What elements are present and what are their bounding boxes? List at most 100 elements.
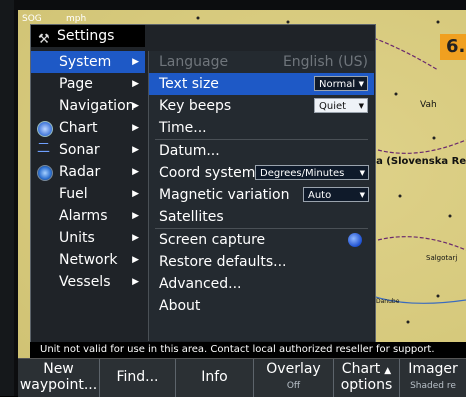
category-label: Network xyxy=(59,252,118,268)
map-label-danube: Danube xyxy=(376,298,400,305)
chevron-right-icon: ▶ xyxy=(132,57,139,67)
chevron-right-icon: ▶ xyxy=(132,277,139,287)
chevron-right-icon: ▶ xyxy=(132,145,139,155)
category-list: System ▶ Page ▶ Navigation ▶ Chart ▶ ⼆ S… xyxy=(31,51,145,293)
key-beeps-label: Key beeps xyxy=(159,98,232,114)
category-navigation[interactable]: Navigation ▶ xyxy=(31,95,145,117)
magnetic-variation-label: Magnetic variation xyxy=(159,187,290,203)
restore-defaults-label: Restore defaults... xyxy=(159,254,287,270)
chart-globe-icon xyxy=(37,121,53,137)
new-waypoint-button[interactable]: New waypoint... xyxy=(18,359,100,397)
advanced-row[interactable]: Advanced... xyxy=(149,273,374,295)
radar-icon xyxy=(37,165,53,181)
text-size-dropdown[interactable]: Normal ▼ xyxy=(314,76,368,91)
magnetic-variation-row[interactable]: Magnetic variation Auto ▼ xyxy=(149,184,374,206)
satellites-row[interactable]: Satellites xyxy=(149,206,374,228)
about-row[interactable]: About xyxy=(149,295,374,317)
category-network[interactable]: Network ▶ xyxy=(31,249,145,271)
satellites-label: Satellites xyxy=(159,209,224,225)
map-label-vah: Vah xyxy=(420,100,437,110)
text-size-row[interactable]: Text size Normal ▼ xyxy=(149,73,374,95)
category-label: Sonar xyxy=(59,142,100,158)
text-size-value: Normal xyxy=(319,79,356,90)
chevron-right-icon: ▶ xyxy=(132,189,139,199)
screen-capture-toggle-icon[interactable] xyxy=(348,233,362,247)
text-size-label: Text size xyxy=(159,76,219,92)
category-label: Page xyxy=(59,76,93,92)
coord-system-row[interactable]: Coord system Degrees/Minutes ▼ xyxy=(149,162,374,184)
magnetic-variation-value: Auto xyxy=(308,190,332,201)
advanced-label: Advanced... xyxy=(159,276,242,292)
settings-title-bar: ⚒ Settings xyxy=(31,25,145,47)
overlay-value: Off xyxy=(286,381,301,391)
speed-label: SOG xyxy=(22,14,42,24)
wrench-icon: ⚒ xyxy=(38,32,50,47)
settings-menu: ⚒ Settings System ▶ Page ▶ Navigation ▶ … xyxy=(30,24,376,344)
imagery-button[interactable]: Imager Shaded re xyxy=(400,359,466,397)
category-vessels[interactable]: Vessels ▶ xyxy=(31,271,145,293)
category-label: Navigation xyxy=(59,98,135,114)
category-label: Units xyxy=(59,230,95,246)
time-row[interactable]: Time... xyxy=(149,117,374,139)
screen-capture-label: Screen capture xyxy=(159,232,266,248)
chevron-down-icon: ▼ xyxy=(358,102,364,110)
page-badge: 6. xyxy=(440,34,466,60)
chart-options-line1: Chart xyxy=(341,361,381,377)
category-sonar[interactable]: ⼆ Sonar ▶ xyxy=(31,139,145,161)
find-button[interactable]: Find... xyxy=(100,359,176,397)
chevron-up-icon: ▲ xyxy=(384,366,392,376)
coord-system-label: Coord system xyxy=(159,165,256,181)
coord-system-value: Degrees/Minutes xyxy=(260,168,345,179)
overlay-button[interactable]: Overlay Off xyxy=(254,359,334,397)
new-waypoint-line1: New xyxy=(43,361,74,377)
info-label: Info xyxy=(201,369,228,385)
chevron-right-icon: ▶ xyxy=(132,233,139,243)
new-waypoint-line2: waypoint... xyxy=(19,377,98,393)
imagery-value: Shaded re xyxy=(410,381,456,391)
status-message-bar: Unit not valid for use in this area. Con… xyxy=(30,342,466,358)
restore-defaults-row[interactable]: Restore defaults... xyxy=(149,251,374,273)
category-radar[interactable]: Radar ▶ xyxy=(31,161,145,183)
chevron-down-icon: ▼ xyxy=(359,169,365,177)
key-beeps-row[interactable]: Key beeps Quiet ▼ xyxy=(149,95,374,117)
map-label-salgotarjan: Salgotarj xyxy=(426,254,458,262)
category-fuel[interactable]: Fuel ▶ xyxy=(31,183,145,205)
category-alarms[interactable]: Alarms ▶ xyxy=(31,205,145,227)
chevron-right-icon: ▶ xyxy=(132,211,139,221)
coord-system-dropdown[interactable]: Degrees/Minutes ▼ xyxy=(255,165,369,180)
bottom-softkey-bar: New waypoint... Find... Info Overlay Off… xyxy=(18,358,466,397)
system-submenu: Language English (US) Text size Normal ▼… xyxy=(148,51,374,341)
datum-label: Datum... xyxy=(159,143,220,159)
time-label: Time... xyxy=(159,120,207,136)
find-label: Find... xyxy=(116,369,159,385)
about-label: About xyxy=(159,298,201,314)
chevron-right-icon: ▶ xyxy=(132,167,139,177)
key-beeps-dropdown[interactable]: Quiet ▼ xyxy=(314,98,368,113)
chart-options-button[interactable]: Chart ▲ options xyxy=(334,359,400,397)
category-label: Alarms xyxy=(59,208,108,224)
category-label: Chart xyxy=(59,120,98,136)
chevron-right-icon: ▶ xyxy=(132,255,139,265)
chevron-down-icon: ▼ xyxy=(359,191,365,199)
chart-options-line2: options xyxy=(340,377,393,393)
category-label: Fuel xyxy=(59,186,88,202)
category-page[interactable]: Page ▶ xyxy=(31,73,145,95)
language-label: Language xyxy=(159,54,229,70)
category-label: Vessels xyxy=(59,274,111,290)
category-label: Radar xyxy=(59,164,101,180)
imagery-label: Imager xyxy=(408,361,458,377)
screen-capture-row[interactable]: Screen capture xyxy=(149,229,374,251)
category-chart[interactable]: Chart ▶ xyxy=(31,117,145,139)
settings-title: Settings xyxy=(57,28,115,44)
datum-row[interactable]: Datum... xyxy=(149,140,374,162)
info-button[interactable]: Info xyxy=(176,359,254,397)
language-row: Language English (US) xyxy=(149,51,374,73)
chevron-right-icon: ▶ xyxy=(132,79,139,89)
category-units[interactable]: Units ▶ xyxy=(31,227,145,249)
chevron-down-icon: ▼ xyxy=(358,80,364,88)
category-system[interactable]: System ▶ xyxy=(31,51,145,73)
overlay-label: Overlay xyxy=(266,361,321,377)
magnetic-variation-dropdown[interactable]: Auto ▼ xyxy=(303,187,369,202)
chevron-right-icon: ▶ xyxy=(132,101,139,111)
sonar-icon: ⼆ xyxy=(37,141,51,156)
